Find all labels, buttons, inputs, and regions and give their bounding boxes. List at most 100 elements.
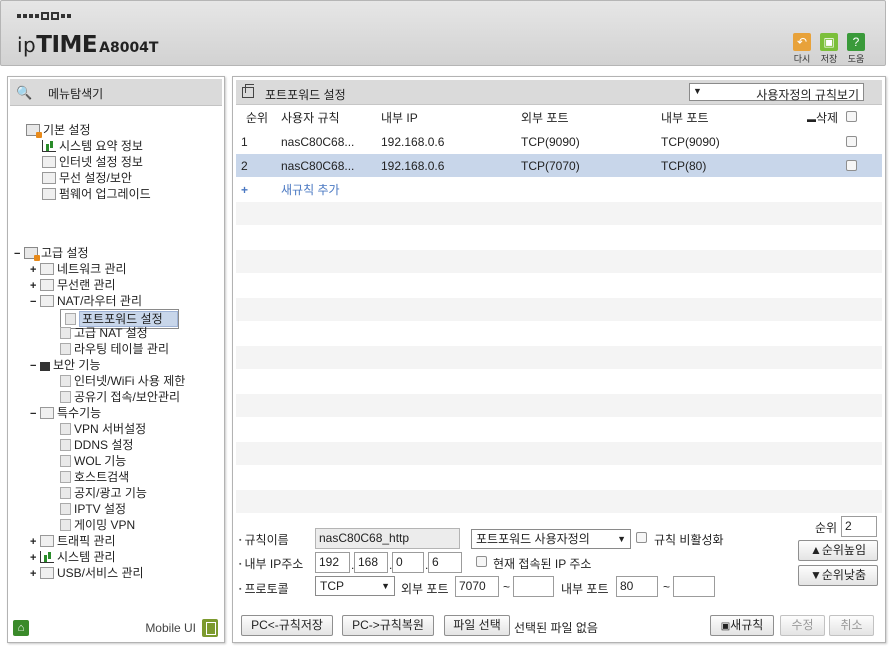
modify-button[interactable]: 수정 bbox=[780, 615, 825, 636]
tree-ddns[interactable]: DDNS 설정 bbox=[60, 437, 133, 453]
priority-up-button[interactable]: ▲순위높임 bbox=[798, 540, 878, 561]
tree-router-access[interactable]: 공유기 접속/보안관리 bbox=[60, 389, 180, 405]
tree-internet-limit[interactable]: 인터넷/WiFi 사용 제한 bbox=[60, 373, 185, 389]
tree-vpn-server[interactable]: VPN 서버설정 bbox=[60, 421, 146, 437]
collapse-icon[interactable]: − bbox=[30, 294, 40, 310]
empty-row bbox=[236, 442, 882, 466]
empty-row bbox=[236, 250, 882, 274]
protocol-select[interactable]: TCP ▼ bbox=[315, 576, 395, 596]
collapse-icon[interactable]: − bbox=[30, 406, 40, 422]
tree-internet-info[interactable]: 인터넷 설정 정보 bbox=[42, 154, 143, 170]
search-icon: 🔍 bbox=[16, 85, 33, 100]
tree-wol[interactable]: WOL 기능 bbox=[60, 453, 126, 469]
rule-view-select[interactable]: ▼ 사용자정의 규칙보기 bbox=[689, 83, 864, 102]
file-select-button[interactable]: 파일 선택 bbox=[444, 615, 510, 636]
delete-column: ▬삭제 bbox=[807, 111, 839, 125]
empty-row bbox=[236, 274, 882, 298]
save-to-pc-button[interactable]: PC<-규칙저장 bbox=[241, 615, 333, 636]
home-icon[interactable]: ⌂ bbox=[13, 620, 29, 636]
dropdown-arrow-icon: ▼ bbox=[693, 86, 702, 96]
tree-host-search[interactable]: 호스트검색 bbox=[60, 469, 129, 485]
disable-rule-checkbox[interactable] bbox=[636, 532, 647, 543]
page-icon bbox=[60, 375, 71, 387]
dropdown-arrow-icon: ▼ bbox=[617, 534, 626, 544]
rule-name-label: 규칙이름 bbox=[239, 531, 288, 548]
mobile-ui-link[interactable]: Mobile UI bbox=[145, 621, 196, 635]
empty-row bbox=[236, 298, 882, 322]
rule-name-input[interactable]: nasC80C68_http bbox=[315, 528, 460, 549]
tree-system[interactable]: + 시스템 관리 bbox=[30, 549, 116, 565]
save-icon: ▣ bbox=[820, 33, 838, 51]
new-rule-icon: ▣ bbox=[720, 621, 731, 632]
page-icon bbox=[60, 503, 71, 515]
iptime-logo: ipTIME A8004T bbox=[17, 32, 159, 58]
router-icon bbox=[40, 295, 54, 307]
cancel-button[interactable]: 취소 bbox=[829, 615, 874, 636]
ip-octet-1[interactable]: 192 bbox=[315, 552, 350, 573]
ext-port-from-input[interactable]: 7070 bbox=[455, 576, 499, 597]
ip-octet-4[interactable]: 6 bbox=[428, 552, 462, 573]
expand-icon[interactable]: + bbox=[30, 278, 40, 294]
empty-row bbox=[236, 490, 882, 514]
tree-network[interactable]: + 네트워크 관리 bbox=[30, 261, 127, 277]
empty-row bbox=[236, 466, 882, 490]
tree-advanced-nat[interactable]: 고급 NAT 설정 bbox=[60, 325, 148, 341]
page-icon bbox=[60, 471, 71, 483]
int-port-label: 내부 포트 bbox=[561, 582, 609, 596]
row-delete-checkbox[interactable] bbox=[846, 136, 857, 147]
select-all-checkbox[interactable] bbox=[846, 111, 857, 122]
page-icon bbox=[65, 313, 76, 325]
add-rule-row[interactable]: + 새규칙 추가 bbox=[236, 178, 882, 202]
rule-table: 순위 사용자 규칙 내부 IP 외부 포트 내부 포트 ▬삭제 1 nasC80… bbox=[236, 106, 882, 514]
collapse-icon[interactable]: − bbox=[30, 358, 40, 374]
priority-input[interactable]: 2 bbox=[841, 516, 877, 537]
new-rule-button[interactable]: ▣새규칙 bbox=[710, 615, 774, 636]
add-rule-link[interactable]: 새규칙 추가 bbox=[281, 178, 340, 202]
tree-basic-settings[interactable]: 기본 설정 bbox=[26, 122, 91, 138]
tree-advanced-settings[interactable]: − 고급 설정 bbox=[14, 245, 89, 261]
mobile-icon[interactable] bbox=[202, 619, 218, 637]
table-row[interactable]: 2 nasC80C68... 192.168.0.6 TCP(7070) TCP… bbox=[236, 154, 882, 178]
page-icon bbox=[60, 519, 71, 531]
tree-usb-service[interactable]: + USB/서비스 관리 bbox=[30, 565, 144, 581]
expand-icon[interactable]: + bbox=[30, 566, 40, 582]
help-button[interactable]: ? 도움 bbox=[844, 33, 868, 65]
tree-firmware-upgrade[interactable]: 펌웨어 업그레이드 bbox=[42, 186, 151, 202]
add-icon: + bbox=[241, 183, 249, 197]
current-ip-checkbox[interactable] bbox=[476, 556, 487, 567]
empty-row bbox=[236, 226, 882, 250]
tree-notice-ad[interactable]: 공지/광고 기능 bbox=[60, 485, 147, 501]
row-delete-checkbox[interactable] bbox=[846, 160, 857, 171]
restore-from-pc-button[interactable]: PC->규칙복원 bbox=[342, 615, 434, 636]
tree-wireless[interactable]: + 무선랜 관리 bbox=[30, 277, 116, 293]
expand-icon[interactable]: + bbox=[30, 534, 40, 550]
ip-octet-3[interactable]: 0 bbox=[392, 552, 424, 573]
tree-nat-router[interactable]: − NAT/라우터 관리 bbox=[30, 293, 142, 309]
current-ip-label: 현재 접속된 IP 주소 bbox=[493, 557, 592, 571]
rule-type-select[interactable]: 포트포워드 사용자정의 ▼ bbox=[471, 529, 631, 549]
page-icon bbox=[60, 391, 71, 403]
collapse-icon[interactable]: − bbox=[14, 246, 24, 262]
tree-iptv[interactable]: IPTV 설정 bbox=[60, 501, 126, 517]
tree-security[interactable]: − 보안 기능 bbox=[30, 357, 101, 373]
tree-special[interactable]: − 특수기능 bbox=[30, 405, 101, 421]
expand-icon[interactable]: + bbox=[30, 550, 40, 566]
ext-port-to-input[interactable] bbox=[513, 576, 554, 597]
page-icon bbox=[60, 439, 71, 451]
int-port-to-input[interactable] bbox=[673, 576, 715, 597]
int-port-from-input[interactable]: 80 bbox=[616, 576, 658, 597]
tree-traffic[interactable]: + 트래픽 관리 bbox=[30, 533, 116, 549]
tree-gaming-vpn[interactable]: 게이밍 VPN bbox=[60, 517, 135, 533]
save-button[interactable]: ▣ 저장 bbox=[817, 33, 841, 65]
table-row[interactable]: 1 nasC80C68... 192.168.0.6 TCP(9090) TCP… bbox=[236, 130, 882, 154]
tree-routing-table[interactable]: 라우팅 테이블 관리 bbox=[60, 341, 169, 357]
priority-down-button[interactable]: ▼순위낮춤 bbox=[798, 565, 878, 586]
empty-row bbox=[236, 202, 882, 226]
expand-icon[interactable]: + bbox=[30, 262, 40, 278]
empty-row bbox=[236, 322, 882, 346]
ip-octet-2[interactable]: 168 bbox=[354, 552, 388, 573]
undo-button[interactable]: ↶ 다시 bbox=[790, 33, 814, 65]
tree-system-summary[interactable]: 시스템 요약 정보 bbox=[42, 138, 143, 154]
folder-icon bbox=[26, 124, 42, 138]
tree-wireless-security[interactable]: 무선 설정/보안 bbox=[42, 170, 132, 186]
